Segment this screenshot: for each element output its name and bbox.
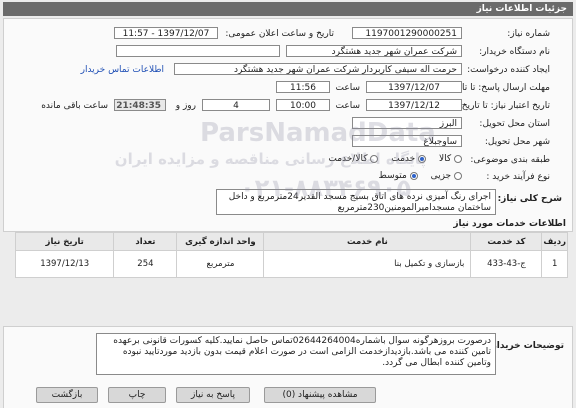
province-label: استان محل تحویل: [479,119,550,129]
window-title: جزئیات اطلاعات نیاز [3,2,573,16]
city-label: شهر محل تحویل: [484,137,550,147]
services-table: ردیف کد خدمت نام خدمت واحد اندازه گیری ت… [14,232,568,278]
buyer-field: شرکت عمران شهر جدید هشتگرد [286,45,462,57]
need-number-label: شماره نیاز: [507,29,550,39]
buyer-label: نام دستگاه خریدار: [479,47,550,57]
need-details-panel: شماره نیاز: 1197001290000251 تاریخ و ساع… [3,18,573,232]
radio-icon[interactable] [370,154,379,163]
send-time-field: 11:56 [276,81,330,93]
process-label: نوع فرآیند خرید : [486,172,550,182]
validity-date-field: 1397/12/12 [366,99,462,111]
category-radio-group: کالا خدمت کالا/خدمت [318,154,462,164]
table-row[interactable]: 1 ج-43-433 بازسازی و تکمیل بنا مترمربع 2… [14,250,568,278]
description-field: اجرای رنگ آمیزی نرده های اتاق بسیج مسجد … [216,189,496,215]
send-date-field: 1397/12/07 [366,81,462,93]
radio-selected-icon[interactable] [418,154,427,163]
services-section-title: اطلاعات خدمات مورد نیاز [453,219,566,229]
buyer-notes-label: توضیحات خریدار: [488,341,564,351]
cell-service-code: ج-43-433 [470,250,543,278]
cell-unit: مترمربع [176,250,265,278]
buyer-notes-panel: توضیحات خریدار: درصورت بروزهرگونه سوال ب… [3,326,573,408]
day-and-label: روز و [175,101,196,111]
back-button[interactable]: بازگشت [36,387,98,403]
view-bids-button[interactable]: مشاهده پیشنهاد (0) [264,387,376,403]
send-time-label: ساعت [335,83,361,93]
city-field: ساوجبلاغ [352,135,462,147]
process-radio-group: جزیی متوسط [369,171,462,181]
buyer-notes-field: درصورت بروزهرگونه سوال باشماره0264426400… [96,333,496,375]
announce-field: 1397/12/07 - 11:57 [114,27,218,39]
validity-label: تاریخ اعتبار نیاز: تا تاریخ: [458,101,550,111]
announce-label: تاریخ و ساعت اعلان عمومی: [225,29,334,39]
radio-icon[interactable] [454,171,462,180]
cell-service-name: بازسازی و تکمیل بنا [263,250,472,278]
creator-label: ایجاد کننده درخواست: [467,65,550,75]
province-field: البرز [352,117,462,129]
category-label: طبقه بندی موضوعی: [470,155,550,165]
process-option-minor[interactable]: جزیی [431,171,462,181]
col-service-code: کد خدمت [470,232,543,251]
cell-row: 1 [541,250,568,278]
need-number-field: 1197001290000251 [352,27,462,39]
reply-button[interactable]: پاسخ به نیاز [176,387,250,403]
process-option-medium[interactable]: متوسط [379,171,418,181]
radio-icon[interactable] [454,154,462,163]
creator-field: حرمت اله سیفی کاربردار شرکت عمران شهر جد… [174,63,462,75]
category-option-goods[interactable]: کالا [439,154,462,164]
col-unit: واحد اندازه گیری [176,232,265,251]
buyer-contact-link[interactable]: اطلاعات تماس خریدار [81,65,164,75]
remaining-label: ساعت باقی مانده [41,101,108,111]
remaining-time-field: 21:48:35 [114,99,166,111]
category-option-service[interactable]: خدمت [391,154,427,164]
col-qty: تعداد [113,232,178,251]
description-label: شرح کلی نیاز: [497,194,562,204]
cell-qty: 254 [113,250,178,278]
validity-time-field: 10:00 [276,99,330,111]
col-row: ردیف [541,232,568,251]
col-need-date: تاریخ نیاز [14,232,115,251]
validity-time-label: ساعت [335,101,361,111]
col-service-name: نام خدمت [263,232,472,251]
table-header-row: ردیف کد خدمت نام خدمت واحد اندازه گیری ت… [14,232,568,251]
radio-selected-icon[interactable] [409,171,418,180]
buyer-extra-field [116,45,280,57]
cell-need-date: 1397/12/13 [14,250,115,278]
days-field: 4 [202,99,270,111]
category-option-goods-service[interactable]: کالا/خدمت [328,154,379,164]
print-button[interactable]: چاپ [108,387,166,403]
